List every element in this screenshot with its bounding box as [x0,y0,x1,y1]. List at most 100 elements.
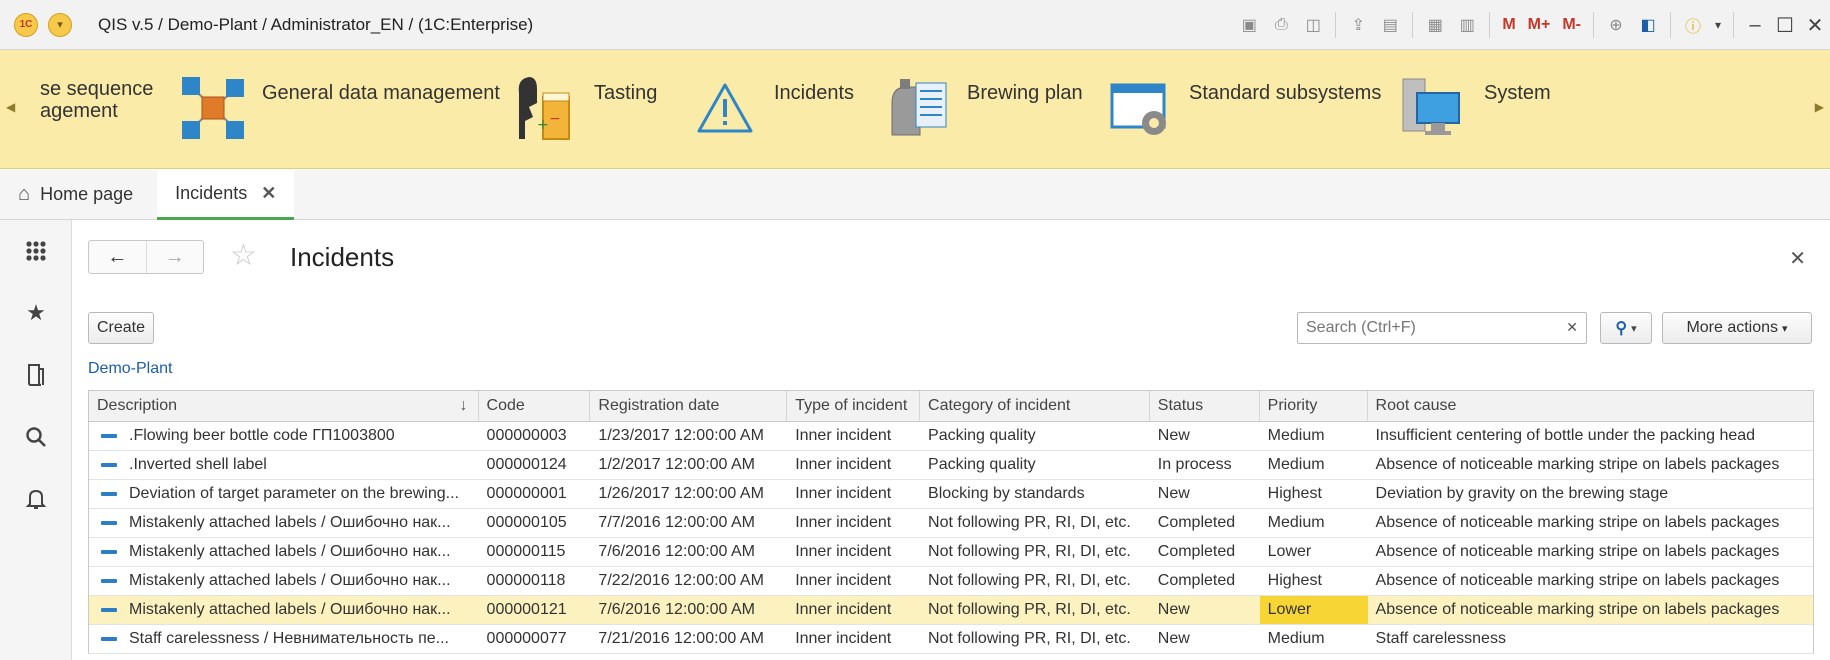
scroll-right-arrow-icon[interactable]: ▶ [1815,100,1824,114]
cell-type: Inner incident [787,422,920,450]
all-sections-grid-icon[interactable] [0,220,72,282]
cell-priority: Medium [1260,451,1368,479]
cell-text: .Flowing beer bottle code ГП1003800 [129,427,395,444]
cell-date: 7/6/2016 12:00:00 AM [590,596,787,624]
section-system[interactable]: System [1396,72,1551,144]
clear-search-icon[interactable]: ✕ [1566,319,1578,336]
column-header-priority[interactable]: Priority [1260,391,1368,421]
section-tasting[interactable]: + − Tasting [510,72,657,144]
magnifier-icon: ⚲ [1615,320,1628,337]
main-menu-button[interactable]: ▾ [48,12,72,37]
column-header-type[interactable]: Type of incident [787,391,921,421]
upload-icon[interactable]: ⇪ [1344,11,1372,39]
cell-status: Completed [1150,567,1260,595]
calendar-icon[interactable]: ▥ [1453,11,1481,39]
table-row[interactable]: Mistakenly attached labels / Ошибочно на… [89,567,1813,596]
calculator-icon[interactable]: ▦ [1421,11,1449,39]
tab-incidents[interactable]: Incidents ✕ [157,169,295,220]
search-icon[interactable] [0,406,72,468]
notifications-bell-icon[interactable] [0,468,72,530]
section-general-data-management[interactable]: General data management [178,72,500,144]
cell-text: Lower [1259,596,1368,624]
table-row[interactable]: Staff carelessness / Невнимательность пе… [89,625,1813,654]
minimize-button[interactable]: – [1740,14,1770,37]
section-standard-subsystems[interactable]: Standard subsystems [1105,72,1381,144]
forward-arrow-icon[interactable]: → [145,241,204,273]
close-form-icon[interactable]: ✕ [1789,246,1806,271]
table-row[interactable]: Mistakenly attached labels / Ошибочно на… [89,538,1813,567]
column-header-description[interactable]: Description ↓ [89,391,479,421]
app-logo-icon[interactable]: 1C [14,12,38,37]
incidents-table: Description ↓ Code Registration date Typ… [88,390,1814,654]
cell-cause: Deviation by gravity on the brewing stag… [1368,480,1813,508]
table-row[interactable]: .Flowing beer bottle code ГП1003800 00000… [89,422,1813,451]
cell-cause: Absence of noticeable marking stripe on … [1368,596,1813,624]
item-marker-icon [101,434,117,438]
cell-text: Insufficient centering of bottle under t… [1375,427,1756,444]
column-header-registration-date[interactable]: Registration date [590,391,788,421]
section-label: se sequence agement [40,78,154,122]
search-input[interactable] [1304,314,1544,342]
column-header-category[interactable]: Category of incident [920,391,1150,421]
tab-label: Home page [40,184,134,204]
cell-text: New [1157,485,1190,502]
cell-text: Medium [1267,514,1325,531]
close-tab-icon[interactable]: ✕ [261,183,276,204]
cell-category: Not following PR, RI, DI, etc. [920,509,1150,537]
toolbar-divider [1593,12,1594,38]
cell-date: 1/23/2017 12:00:00 AM [590,422,787,450]
cell-text: 000000105 [486,514,567,531]
cell-text: Inner incident [795,630,892,647]
column-header-code[interactable]: Code [479,391,591,421]
memory-subtract-button[interactable]: M- [1558,11,1585,39]
memory-store-button[interactable]: M [1498,11,1519,39]
add-to-favorites-star-icon[interactable]: ☆ [230,238,257,273]
cell-code: 000000077 [479,625,591,653]
organization-link[interactable]: Demo-Plant [88,360,172,378]
section-label: Tasting [594,82,658,104]
create-button[interactable]: Create [88,312,154,344]
history-icon[interactable] [0,344,72,406]
window-title: QIS v.5 / Demo-Plant / Administrator_EN … [98,14,534,34]
cell-desc: Mistakenly attached labels / Ошибочно на… [89,509,479,537]
tab-home-page[interactable]: ⌂ Home page [0,170,151,220]
cell-status: New [1150,480,1260,508]
section-brewing-plan[interactable]: Brewing plan [883,72,1083,144]
svg-text:+: + [537,117,549,133]
print-icon[interactable]: ⎙ [1267,11,1295,39]
cell-status: In process [1150,451,1260,479]
cell-category: Not following PR, RI, DI, etc. [920,625,1150,653]
maximize-button[interactable]: ☐ [1770,13,1800,38]
info-icon[interactable]: ⓘ [1679,11,1707,39]
preview-icon[interactable]: ◫ [1299,11,1327,39]
cell-text: Inner incident [795,572,892,589]
table-row[interactable]: Mistakenly attached labels / Ошибочно на… [89,596,1813,625]
scroll-left-arrow-icon[interactable]: ◀ [6,100,15,114]
favorites-star-icon[interactable]: ★ [0,282,72,344]
section-sequence-management[interactable]: se sequence agement [40,78,153,122]
info-dropdown-icon[interactable]: ▾ [1711,11,1725,39]
section-incidents[interactable]: Incidents [690,72,854,144]
column-header-label: Description [97,397,178,414]
cell-priority: Lower [1260,538,1368,566]
close-window-button[interactable]: ✕ [1800,13,1830,38]
table-row[interactable]: .Inverted shell label 000000124 1/2/2017 1… [89,451,1813,480]
table-row[interactable]: Mistakenly attached labels / Ошибочно на… [89,509,1813,538]
table-row[interactable]: Deviation of target parameter on the bre… [89,480,1813,509]
column-header-root-cause[interactable]: Root cause [1368,391,1813,421]
save-icon[interactable]: ▣ [1235,11,1263,39]
cell-text: New [1157,630,1190,647]
back-arrow-icon[interactable]: ← [89,241,146,273]
scan-icon[interactable]: ▤ [1376,11,1404,39]
item-marker-icon [101,637,117,641]
more-actions-button[interactable]: More actions ▾ [1662,312,1812,344]
memory-add-button[interactable]: M+ [1524,11,1555,39]
column-header-status[interactable]: Status [1150,391,1260,421]
cell-text: Not following PR, RI, DI, etc. [928,601,1131,618]
zoom-icon[interactable]: ⊕ [1602,11,1630,39]
cell-category: Not following PR, RI, DI, etc. [920,567,1150,595]
cell-text: Medium [1267,427,1325,444]
panels-icon[interactable]: ◧ [1634,11,1662,39]
cell-text: Medium [1267,630,1325,647]
search-options-button[interactable]: ⚲ ▾ [1600,312,1652,344]
